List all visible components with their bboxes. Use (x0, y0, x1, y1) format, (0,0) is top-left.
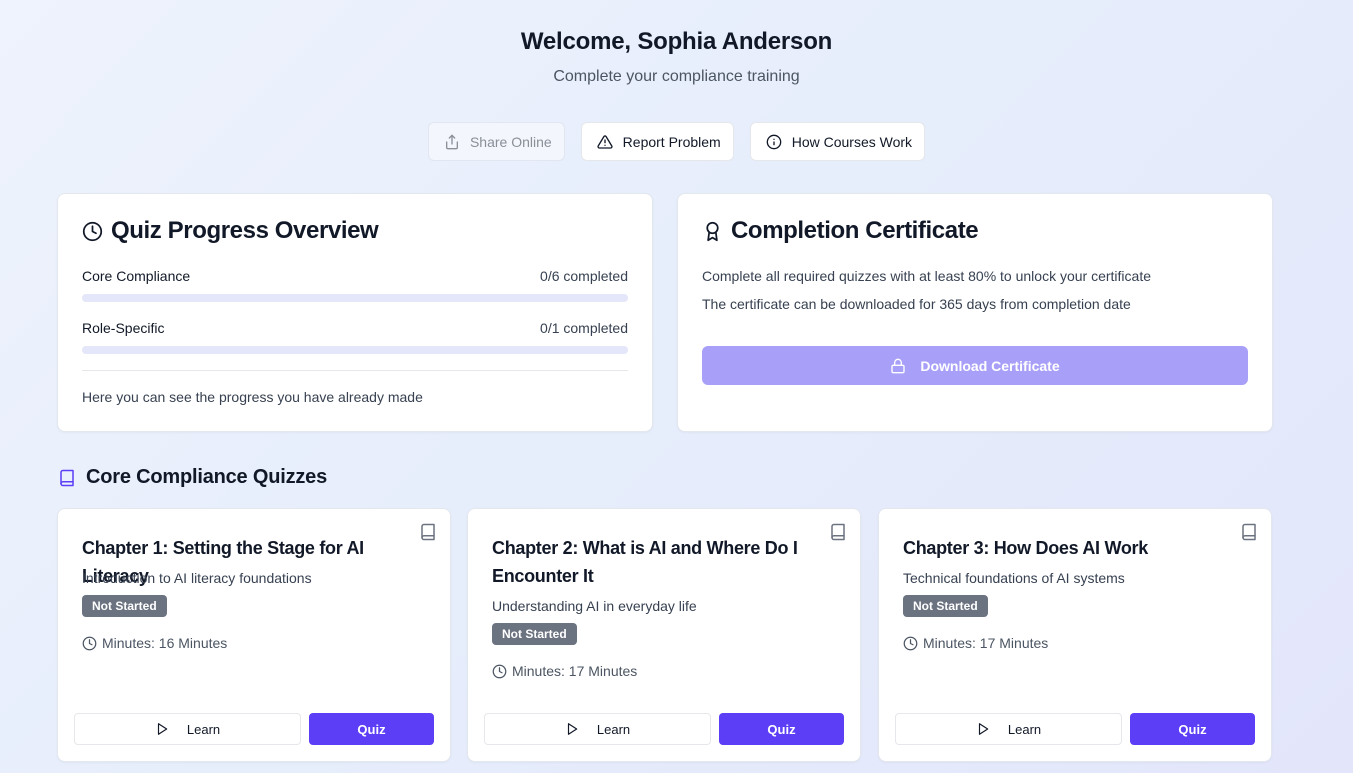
status-badge: Not Started (903, 595, 988, 617)
book-icon (60, 469, 74, 486)
quiz-minutes-text: Minutes: 17 Minutes (923, 635, 1049, 651)
quiz-progress-card: Quiz Progress Overview Core Compliance 0… (57, 193, 653, 432)
award-icon (706, 221, 719, 241)
quiz-button[interactable]: Quiz (1130, 713, 1255, 745)
play-icon (978, 723, 989, 735)
progress-bar-core (82, 294, 628, 302)
warning-triangle-icon (597, 134, 613, 149)
share-icon (445, 134, 458, 149)
page-header: Welcome, Sophia Anderson Complete your c… (0, 28, 1353, 86)
report-problem-button[interactable]: Report Problem (580, 122, 734, 161)
quiz-description: Technical foundations of AI systems (903, 570, 1125, 586)
quiz-title: Chapter 3: How Does AI Work (903, 538, 1148, 558)
quiz-card-chapter-3: Chapter 3: How Does AI Work Technical fo… (878, 508, 1272, 762)
core-compliance-section-title: Core Compliance Quizzes (58, 466, 327, 489)
quiz-minutes-text: Minutes: 16 Minutes (102, 635, 228, 651)
quiz-description: Introduction to AI literacy foundations (82, 570, 312, 586)
how-courses-work-button[interactable]: How Courses Work (749, 122, 926, 161)
certificate-validity-text: The certificate can be downloaded for 36… (702, 296, 1131, 312)
learn-button[interactable]: Learn (895, 713, 1122, 745)
quiz-card-chapter-2: Chapter 2: What is AI and Where Do I Enc… (467, 508, 861, 762)
certificate-title-text: Completion Certificate (731, 217, 979, 244)
quiz-progress-title-text: Quiz Progress Overview (111, 217, 379, 244)
certificate-requirement-text: Complete all required quizzes with at le… (702, 268, 1151, 284)
quiz-minutes: Minutes: 17 Minutes (492, 663, 637, 679)
status-badge: Not Started (82, 595, 167, 617)
progress-label-role: Role-Specific (82, 320, 165, 336)
download-certificate-label: Download Certificate (920, 357, 1060, 374)
clock-icon (82, 221, 103, 241)
progress-value-role: 0/1 completed (540, 320, 628, 336)
clock-icon (82, 636, 97, 650)
status-badge: Not Started (492, 623, 577, 645)
play-icon (157, 723, 168, 735)
info-icon (766, 134, 782, 149)
share-online-label: Share Online (469, 133, 552, 150)
progress-value-core: 0/6 completed (540, 268, 628, 284)
learn-label: Learn (596, 721, 631, 737)
lock-icon (891, 358, 906, 373)
page-title: Welcome, Sophia Anderson (520, 28, 833, 55)
section-title-text: Core Compliance Quizzes (86, 466, 328, 488)
progress-label-core: Core Compliance (82, 268, 191, 284)
learn-label: Learn (186, 721, 221, 737)
how-courses-work-label: How Courses Work (791, 133, 913, 150)
certificate-title: Completion Certificate (702, 217, 979, 245)
progress-bar-role (82, 346, 628, 354)
divider (82, 370, 628, 371)
report-problem-label: Report Problem (622, 133, 721, 150)
quiz-minutes: Minutes: 16 Minutes (82, 635, 227, 651)
quiz-progress-title: Quiz Progress Overview (82, 217, 379, 245)
quiz-button[interactable]: Quiz (309, 713, 434, 745)
quiz-description: Understanding AI in everyday life (492, 598, 697, 614)
quiz-title: Chapter 2: What is AI and Where Do I Enc… (492, 538, 798, 586)
quiz-card-chapter-1: Chapter 1: Setting the Stage for AI Lite… (57, 508, 451, 762)
learn-button[interactable]: Learn (74, 713, 301, 745)
completion-certificate-card: Completion Certificate Complete all requ… (677, 193, 1273, 432)
share-online-button[interactable]: Share Online (427, 122, 565, 161)
page-subtitle: Complete your compliance training (553, 68, 800, 85)
progress-row-role: Role-Specific 0/1 completed (82, 320, 628, 336)
progress-row-core: Core Compliance 0/6 completed (82, 268, 628, 284)
learn-label: Learn (1007, 721, 1042, 737)
clock-icon (492, 664, 507, 678)
toolbar: Share Online Report Problem How Courses … (0, 122, 1353, 161)
play-icon (567, 723, 578, 735)
progress-note: Here you can see the progress you have a… (82, 389, 423, 405)
quiz-minutes-text: Minutes: 17 Minutes (512, 663, 638, 679)
clock-icon (903, 636, 918, 650)
quiz-minutes: Minutes: 17 Minutes (903, 635, 1048, 651)
download-certificate-button[interactable]: Download Certificate (702, 346, 1248, 385)
quiz-button[interactable]: Quiz (719, 713, 844, 745)
learn-button[interactable]: Learn (484, 713, 711, 745)
